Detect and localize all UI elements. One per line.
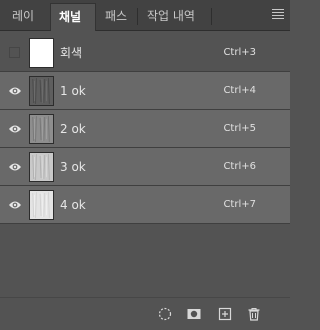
tab-history[interactable]: 작업 내역: [139, 3, 211, 30]
tab-channels[interactable]: 채널: [50, 3, 96, 31]
delete-channel-icon[interactable]: [246, 306, 262, 322]
save-selection-as-channel-icon[interactable]: [186, 306, 202, 322]
channel-thumbnail: [29, 114, 54, 144]
channel-name: 2 ok: [60, 122, 86, 136]
channel-thumbnail: [29, 152, 54, 182]
channel-thumbnail: [29, 190, 54, 220]
channel-row[interactable]: 2 ok Ctrl+5: [0, 110, 290, 148]
channel-row[interactable]: 4 ok Ctrl+7: [0, 186, 290, 224]
eye-icon[interactable]: [8, 123, 22, 135]
channel-shortcut: Ctrl+6: [223, 161, 256, 172]
channel-shortcut: Ctrl+7: [223, 199, 256, 210]
eye-icon[interactable]: [8, 161, 22, 173]
panel-menu-hamburger-icon[interactable]: [272, 9, 284, 20]
new-channel-icon[interactable]: [217, 306, 233, 322]
channel-row-gray[interactable]: 회색 Ctrl+3: [0, 34, 290, 72]
channel-row[interactable]: 3 ok Ctrl+6: [0, 148, 290, 186]
channel-shortcut: Ctrl+5: [223, 123, 256, 134]
channel-row[interactable]: 1 ok Ctrl+4: [0, 72, 290, 110]
load-selection-icon[interactable]: [157, 306, 173, 322]
tab-layers[interactable]: 레이어: [4, 3, 50, 50]
panel-tab-bar: 레이어 채널 패스 작업 내역: [0, 0, 290, 50]
channel-thumbnail: [29, 76, 54, 106]
channel-shortcut: Ctrl+3: [223, 47, 256, 58]
eye-icon[interactable]: [8, 85, 22, 97]
channel-name: 회색: [60, 46, 83, 60]
channel-name: 3 ok: [60, 160, 86, 174]
panel-footer: [0, 297, 290, 330]
channels-panel: 회색 Ctrl+3 1 ok Ctrl+4 2 ok Ctrl+5 3 ok C…: [0, 31, 290, 297]
tab-paths[interactable]: 패스: [97, 3, 138, 30]
tab-divider: [137, 8, 138, 25]
channel-shortcut: Ctrl+4: [223, 85, 256, 96]
eye-icon[interactable]: [8, 199, 22, 211]
channel-name: 1 ok: [60, 84, 86, 98]
visibility-toggle-empty[interactable]: [9, 47, 20, 58]
tab-divider: [211, 8, 212, 25]
channel-name: 4 ok: [60, 198, 86, 212]
channel-thumbnail: [29, 38, 54, 68]
